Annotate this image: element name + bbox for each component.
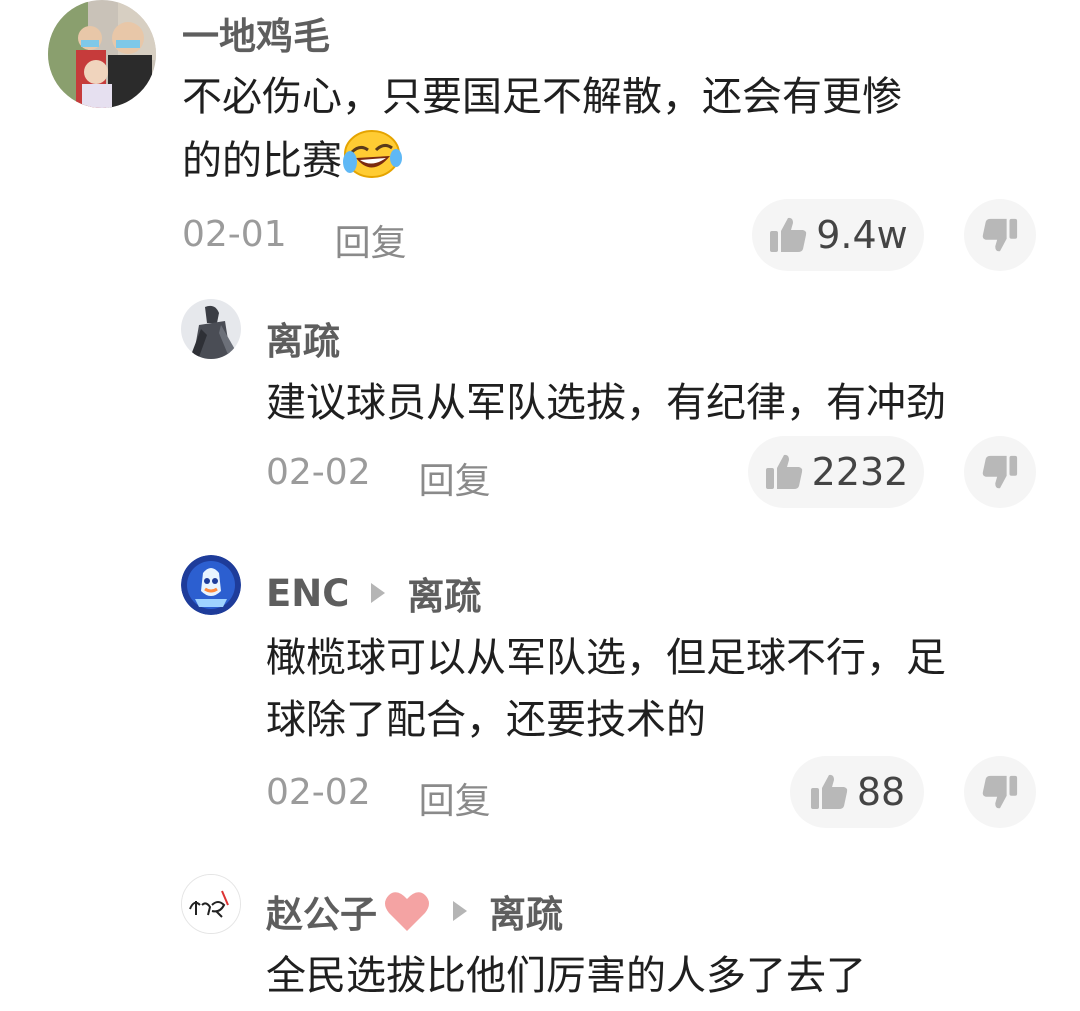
like-button[interactable]: 9.4w — [752, 199, 924, 271]
comment-line: 建议球员从军队选拔，有纪律，有冲劲 — [266, 380, 946, 426]
reply-button[interactable]: 回复 — [335, 214, 407, 266]
comment-text[interactable]: 建议球员从军队选拔，有纪律，有冲劲 — [266, 372, 946, 434]
avatar[interactable] — [181, 299, 241, 359]
comment-line: 不必伤心，只要国足不解散，还会有更惨 — [182, 74, 902, 120]
thumbs-up-icon — [770, 217, 807, 252]
reply-to-label: 离疏 — [489, 893, 563, 936]
like-button[interactable]: 88 — [790, 756, 924, 828]
like-count: 88 — [856, 770, 906, 814]
comment-line: 的的比赛 — [182, 138, 342, 184]
comment-date: 02-02 — [266, 452, 371, 493]
comment-text[interactable]: 全民选拔比他们厉害的人多了去了 — [266, 945, 866, 1007]
author-label: 赵公子 — [266, 893, 377, 936]
comment-date: 02-01 — [182, 214, 287, 255]
author-label: ENC — [266, 571, 350, 615]
comment-line: 橄榄球可以从军队选，但足球不行，足 — [266, 635, 946, 681]
like-button[interactable]: 2232 — [748, 436, 924, 508]
reply-arrow-icon — [453, 901, 467, 921]
thumbs-up-icon — [810, 774, 848, 809]
thumbs-down-icon — [982, 775, 1018, 809]
thumbs-down-icon — [982, 218, 1018, 252]
reply-arrow-icon — [371, 583, 386, 603]
thumbs-up-icon — [765, 454, 802, 489]
avatar[interactable] — [181, 555, 241, 615]
dislike-button[interactable] — [964, 756, 1036, 828]
rofl-icon — [342, 128, 402, 198]
reply-button[interactable]: 回复 — [419, 452, 491, 504]
dislike-button[interactable] — [964, 199, 1036, 271]
reply-to-label: 离疏 — [407, 575, 482, 618]
author-name[interactable]: 一地鸡毛 — [182, 6, 330, 60]
dislike-button[interactable] — [964, 436, 1036, 508]
like-count: 2232 — [811, 450, 909, 494]
like-count: 9.4w — [816, 213, 908, 257]
author-label: 离疏 — [266, 320, 340, 363]
author-name[interactable]: ENC 离疏 — [266, 566, 481, 620]
comment-text[interactable]: 橄榄球可以从军队选，但足球不行，足 球除了配合，还要技术的 — [266, 627, 946, 751]
comment-text[interactable]: 不必伤心，只要国足不解散，还会有更惨 的的比赛 — [182, 66, 902, 198]
avatar[interactable] — [181, 874, 241, 934]
comment-line: 全民选拔比他们厉害的人多了去了 — [266, 953, 866, 999]
author-name[interactable]: 赵公子 离疏 — [266, 884, 563, 938]
author-name[interactable]: 离疏 — [266, 311, 340, 365]
comment-line: 球除了配合，还要技术的 — [266, 697, 706, 743]
heart-icon — [383, 889, 431, 933]
author-label: 一地鸡毛 — [182, 15, 330, 58]
comment-date: 02-02 — [266, 772, 371, 813]
reply-button[interactable]: 回复 — [419, 772, 491, 824]
avatar[interactable] — [48, 0, 156, 108]
thumbs-down-icon — [982, 455, 1018, 489]
